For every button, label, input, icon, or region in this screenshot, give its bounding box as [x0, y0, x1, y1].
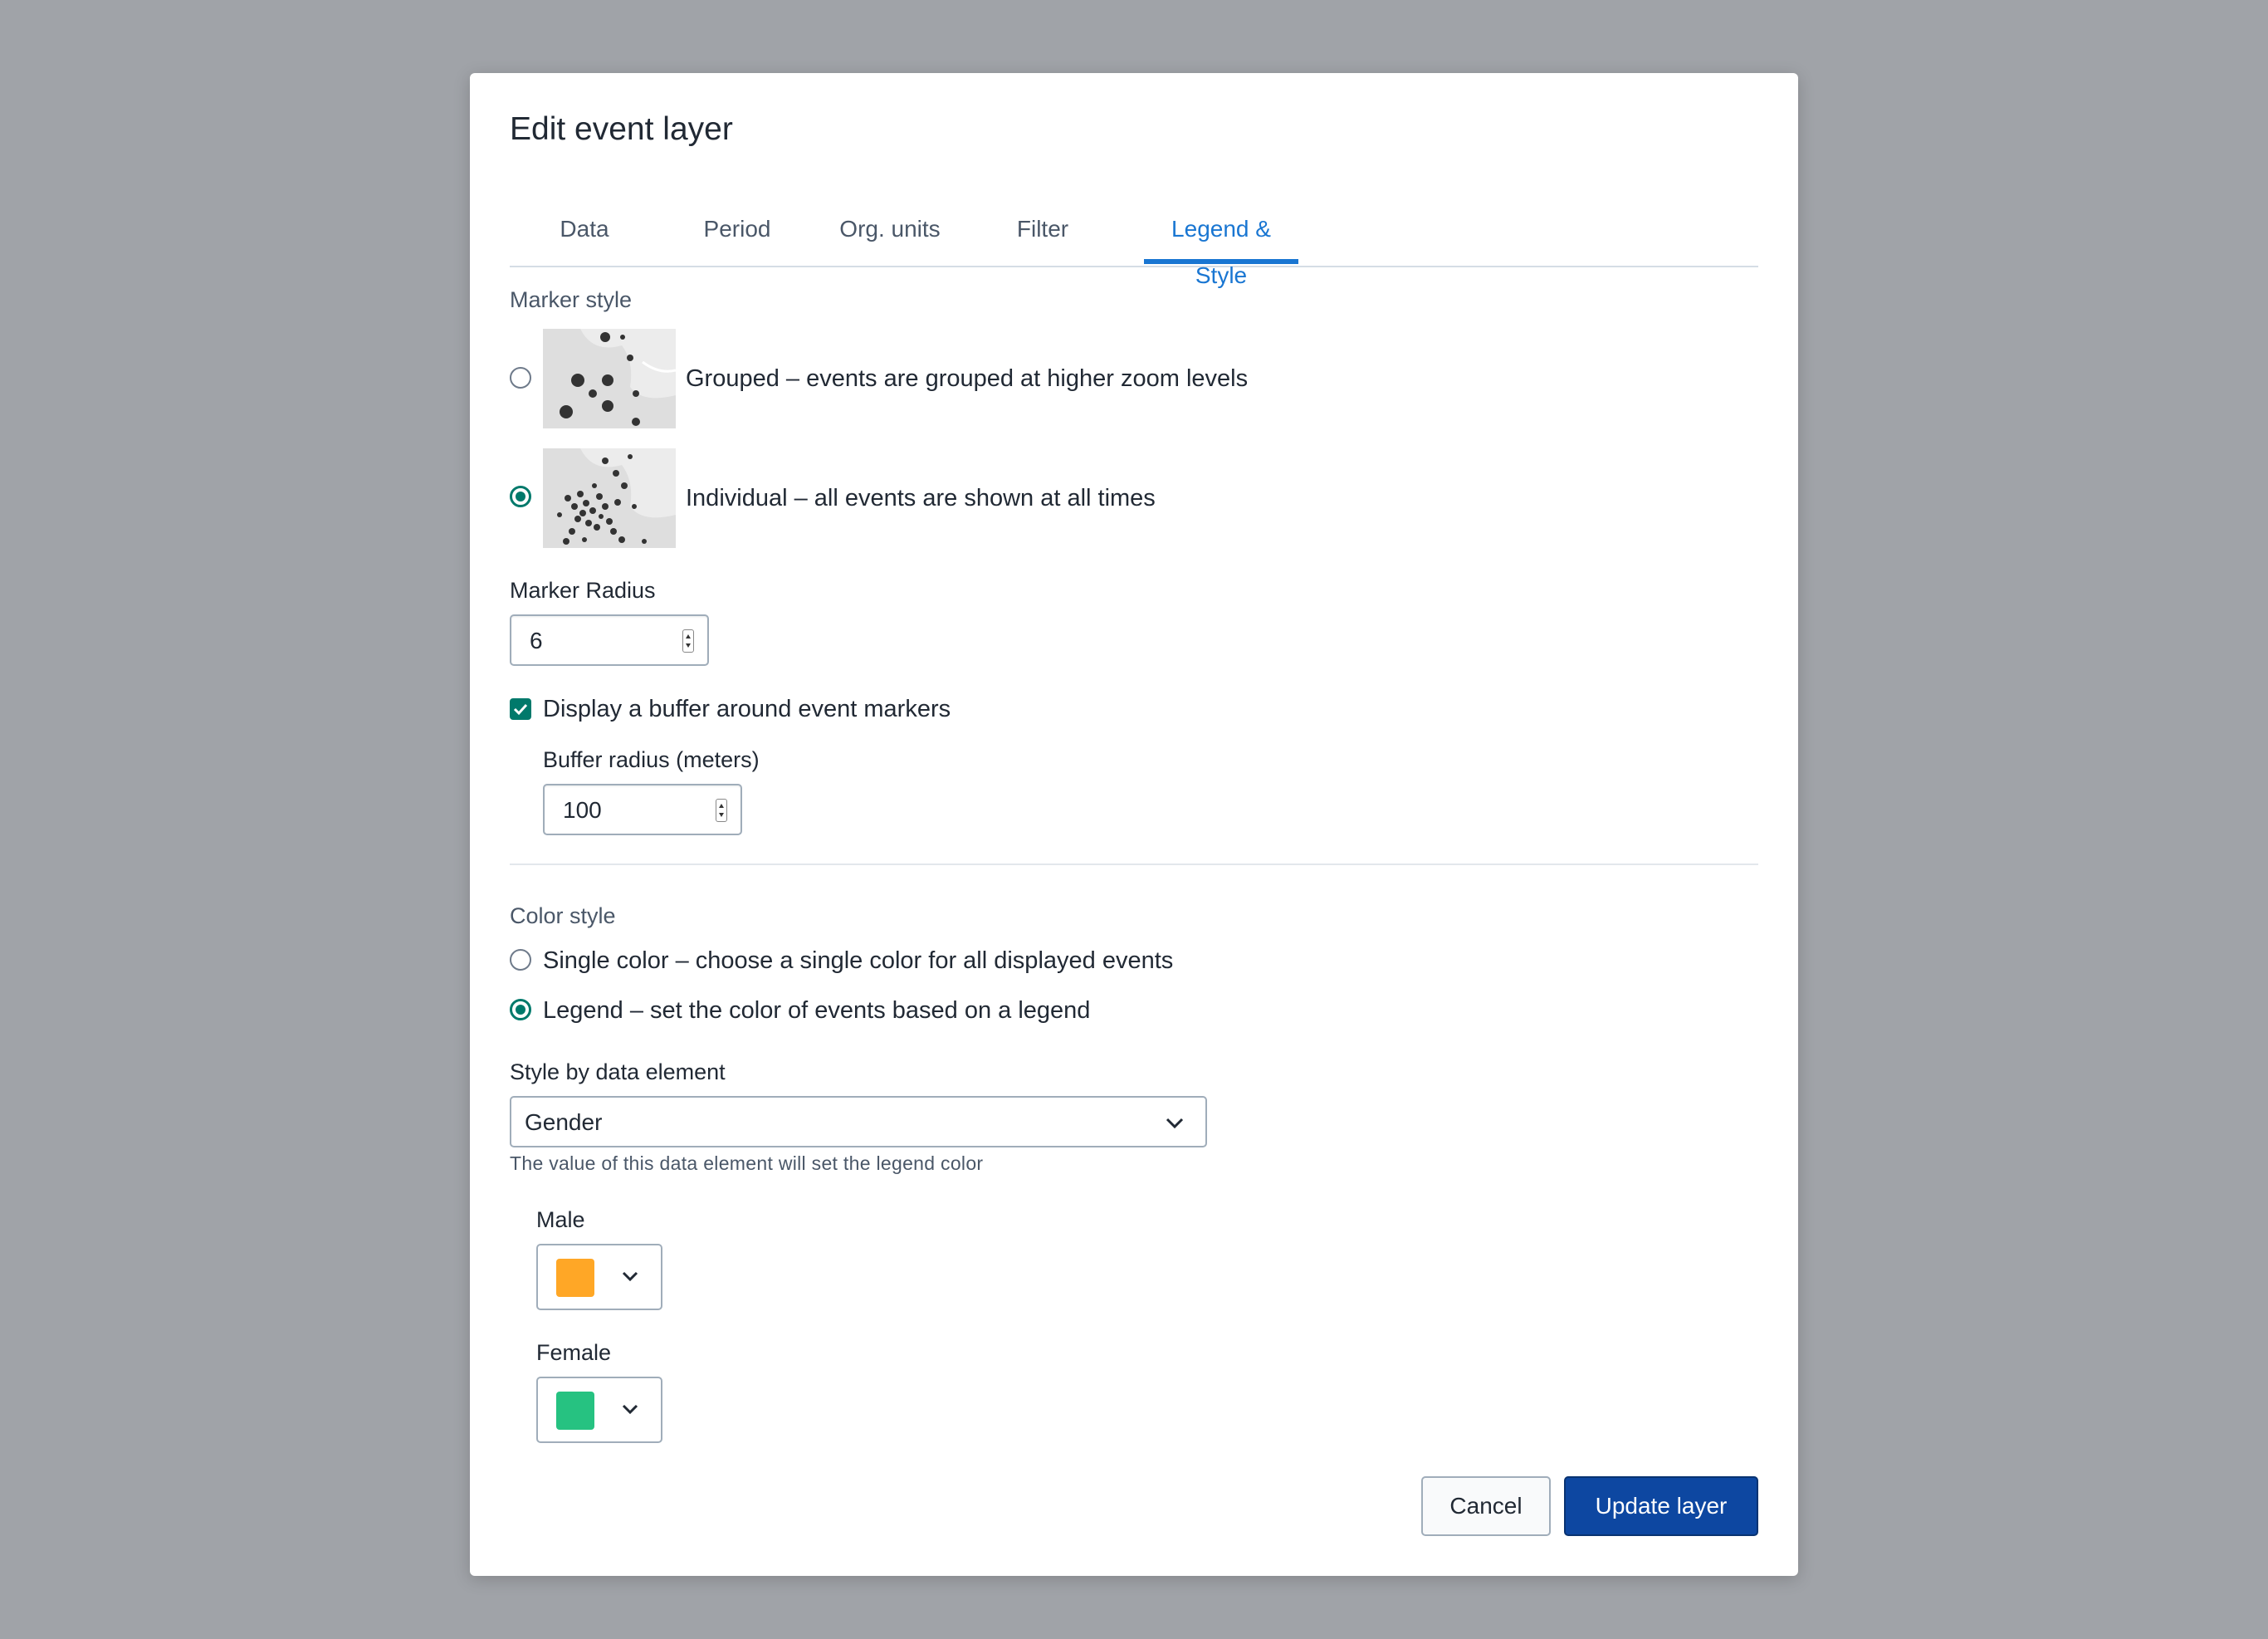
tab-org-units[interactable]: Org. units: [815, 206, 965, 264]
section-divider: [510, 864, 1758, 865]
individual-map-thumbnail: [543, 448, 676, 548]
marker-radius-input[interactable]: 6: [510, 614, 709, 666]
edit-layer-dialog: Edit event layer Data Period Org. units …: [470, 73, 1798, 1576]
checkmark-icon: [513, 703, 528, 716]
buffer-radius-spinner-icon[interactable]: [716, 799, 727, 822]
tab-filter[interactable]: Filter: [968, 206, 1117, 264]
color-style-label: Color style: [510, 903, 616, 928]
tab-period[interactable]: Period: [662, 206, 812, 264]
color-swatch-male: [556, 1259, 594, 1297]
marker-style-individual-label: Individual – all events are shown at all…: [686, 485, 1156, 511]
legend-item-label-female: Female: [536, 1340, 612, 1365]
buffer-checkbox-label: Display a buffer around event markers: [543, 696, 951, 722]
marker-style-individual-radio[interactable]: [510, 486, 531, 507]
marker-style-label: Marker style: [510, 287, 633, 312]
color-swatch-female: [556, 1392, 594, 1430]
style-by-help-text: The value of this data element will set …: [510, 1152, 984, 1174]
color-style-legend-radio[interactable]: [510, 999, 531, 1020]
marker-style-grouped-label: Grouped – events are grouped at higher z…: [686, 365, 1249, 392]
update-layer-button[interactable]: Update layer: [1564, 1476, 1758, 1536]
legend-item-label-male: Male: [536, 1207, 585, 1232]
marker-radius-spinner-icon[interactable]: [682, 629, 694, 653]
marker-style-grouped-radio[interactable]: [510, 367, 531, 389]
cancel-button[interactable]: Cancel: [1421, 1476, 1551, 1536]
chevron-down-icon: [1166, 1118, 1184, 1129]
tab-data[interactable]: Data: [510, 206, 659, 264]
marker-radius-value: 6: [530, 628, 543, 653]
chevron-down-icon: [622, 1404, 638, 1415]
style-by-value: Gender: [525, 1109, 603, 1135]
buffer-radius-value: 100: [563, 797, 602, 823]
color-style-single-label: Single color – choose a single color for…: [543, 947, 1174, 974]
tab-bar: Data Period Org. units Filter Legend & S…: [510, 206, 1758, 288]
grouped-map-icon: [543, 329, 676, 428]
color-style-legend-label: Legend – set the color of events based o…: [543, 997, 1091, 1024]
color-picker-female[interactable]: [536, 1377, 662, 1443]
color-style-single-radio[interactable]: [510, 949, 531, 971]
style-by-label: Style by data element: [510, 1059, 726, 1084]
buffer-radius-label: Buffer radius (meters): [543, 747, 760, 772]
buffer-radius-input[interactable]: 100: [543, 784, 742, 835]
tab-legend-style[interactable]: Legend & Style: [1144, 206, 1298, 288]
individual-map-icon: [543, 448, 676, 548]
chevron-down-icon: [622, 1271, 638, 1282]
style-by-select[interactable]: Gender: [510, 1096, 1207, 1147]
dialog-title: Edit event layer: [510, 111, 733, 147]
buffer-checkbox[interactable]: [510, 698, 531, 720]
marker-radius-label: Marker Radius: [510, 578, 656, 603]
grouped-map-thumbnail: [543, 329, 676, 428]
color-picker-male[interactable]: [536, 1244, 662, 1310]
